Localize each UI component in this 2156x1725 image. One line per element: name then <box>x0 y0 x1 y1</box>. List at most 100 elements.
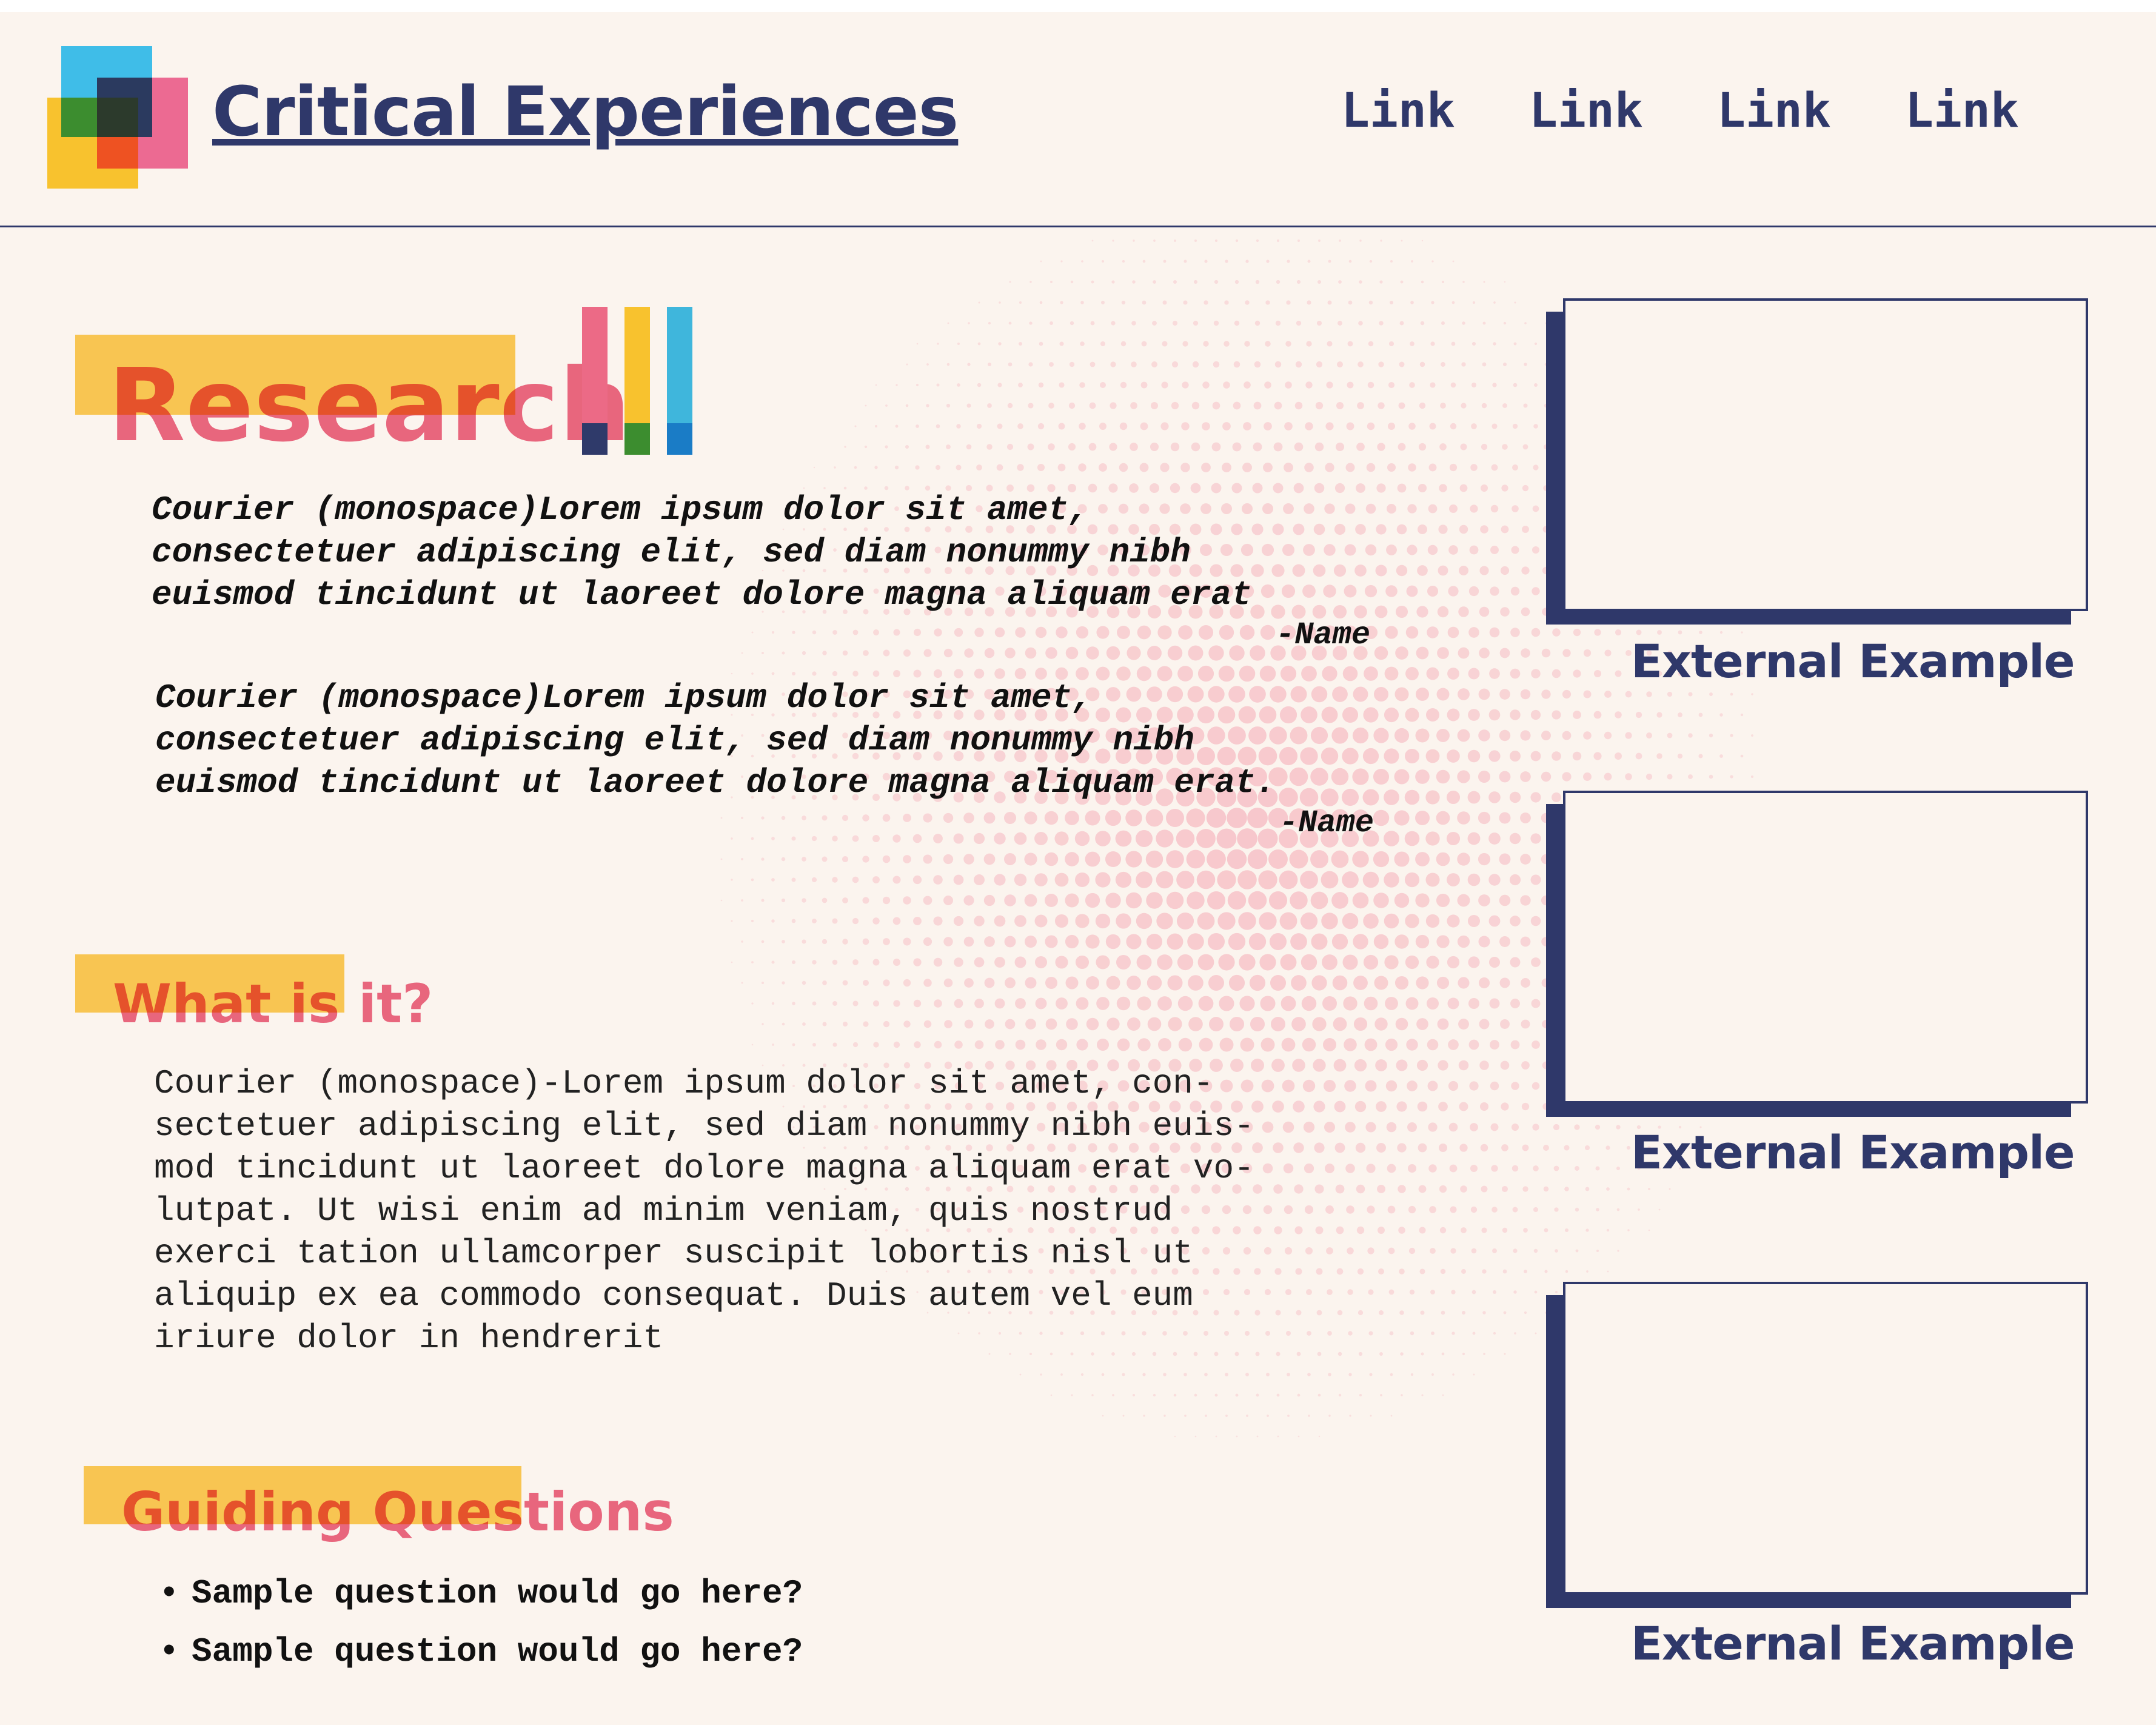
halftone-dot <box>1225 1415 1228 1417</box>
logo-overlap-green <box>61 98 97 137</box>
halftone-dot <box>1509 874 1521 886</box>
external-example-card-2[interactable] <box>1546 791 2092 1118</box>
halftone-dot <box>1237 828 1257 849</box>
halftone-dot <box>813 466 815 469</box>
halftone-dot <box>1247 808 1268 828</box>
halftone-dot <box>1430 1248 1436 1254</box>
halftone-dot <box>1459 1102 1468 1111</box>
halftone-dot <box>1541 731 1551 740</box>
halftone-dot <box>1188 975 1204 991</box>
halftone-dot <box>1457 894 1470 907</box>
halftone-dot <box>1024 894 1037 907</box>
halftone-dot <box>1459 566 1468 575</box>
halftone-dot <box>1188 1017 1203 1031</box>
halftone-dot <box>1573 711 1581 719</box>
halftone-dot <box>1478 729 1490 742</box>
halftone-dot <box>852 1042 859 1048</box>
halftone-dot <box>1245 1373 1249 1376</box>
halftone-dot <box>1076 997 1089 1010</box>
halftone-dot <box>1439 484 1447 492</box>
halftone-dot <box>1520 812 1531 823</box>
halftone-dot <box>1419 361 1425 367</box>
halftone-dot <box>1049 362 1054 367</box>
halftone-dot <box>1615 711 1622 718</box>
halftone-dot <box>1447 873 1460 886</box>
halftone-dot <box>994 832 1006 845</box>
halftone-dot <box>1145 809 1163 827</box>
halftone-dot <box>957 342 960 346</box>
halftone-dot <box>1431 260 1434 263</box>
halftone-dot <box>812 1043 816 1047</box>
halftone-dot <box>1462 281 1465 283</box>
halftone-dot <box>1386 1122 1397 1133</box>
halftone-dot <box>1394 687 1409 702</box>
halftone-dot <box>1160 463 1170 472</box>
external-example-card-3[interactable] <box>1546 1282 2092 1609</box>
halftone-dot <box>1524 1270 1527 1273</box>
nav-link-4[interactable]: Link <box>1905 84 2019 138</box>
halftone-dot <box>1110 361 1116 367</box>
halftone-dot <box>1374 1017 1388 1031</box>
halftone-dot <box>1253 401 1262 410</box>
halftone-dot <box>1086 646 1099 660</box>
halftone-dot <box>761 940 765 943</box>
halftone-dot <box>1500 607 1510 617</box>
brand-title[interactable]: Critical Experiences <box>212 73 959 152</box>
halftone-dot <box>1331 850 1349 868</box>
halftone-dot <box>1019 342 1022 346</box>
halftone-dot <box>1553 1165 1559 1171</box>
halftone-dot <box>963 854 974 865</box>
halftone-dot <box>1091 239 1094 242</box>
halftone-dot <box>1256 1393 1259 1397</box>
halftone-dot <box>986 444 993 450</box>
halftone-dot <box>1167 933 1183 950</box>
halftone-dot <box>822 980 827 985</box>
halftone-dot <box>933 834 943 843</box>
nav-link-2[interactable]: Link <box>1529 84 1643 138</box>
halftone-dot <box>1397 483 1407 493</box>
halftone-dot <box>1501 525 1509 534</box>
halftone-dot <box>1606 1187 1610 1191</box>
halftone-dot <box>1160 422 1169 430</box>
logo[interactable] <box>46 45 189 190</box>
halftone-dot <box>741 817 743 819</box>
halftone-dot <box>1615 670 1622 677</box>
halftone-dot <box>1441 1352 1445 1356</box>
halftone-dot <box>1575 1166 1579 1171</box>
halftone-dot <box>772 1043 774 1046</box>
halftone-dot <box>1469 545 1479 555</box>
halftone-dot <box>1038 382 1044 388</box>
halftone-dot <box>1297 239 1301 243</box>
halftone-dot <box>1035 997 1047 1010</box>
halftone-dot <box>1290 891 1308 909</box>
halftone-dot <box>1216 828 1237 849</box>
halftone-dot <box>1394 769 1410 785</box>
halftone-dot <box>1019 301 1022 304</box>
halftone-dot <box>782 651 785 655</box>
external-example-card-1[interactable] <box>1546 298 2092 626</box>
halftone-dot <box>1510 999 1520 1008</box>
halftone-dot <box>1532 1082 1540 1090</box>
halftone-dot <box>1544 1228 1548 1233</box>
halftone-dot <box>811 836 817 842</box>
nav-link-1[interactable]: Link <box>1341 84 1455 138</box>
halftone-dot <box>1211 442 1221 452</box>
halftone-dot <box>1472 301 1476 304</box>
halftone-dot <box>1488 791 1501 803</box>
halftone-dot <box>1348 300 1353 305</box>
halftone-dot <box>1461 403 1467 409</box>
halftone-dot <box>1436 729 1450 742</box>
halftone-dot <box>1520 936 1531 947</box>
nav-link-3[interactable]: Link <box>1717 84 1831 138</box>
halftone-dot <box>1005 1019 1016 1030</box>
halftone-dot <box>1398 443 1406 451</box>
halftone-dot <box>892 958 901 966</box>
halftone-dot <box>872 876 880 883</box>
halftone-dot <box>720 858 723 860</box>
halftone-dot <box>1410 1373 1414 1376</box>
halftone-dot <box>1532 1124 1539 1131</box>
halftone-dot <box>1401 239 1403 242</box>
halftone-dot <box>1353 976 1368 990</box>
halftone-dot <box>1584 1145 1590 1151</box>
halftone-dot <box>1531 628 1541 637</box>
